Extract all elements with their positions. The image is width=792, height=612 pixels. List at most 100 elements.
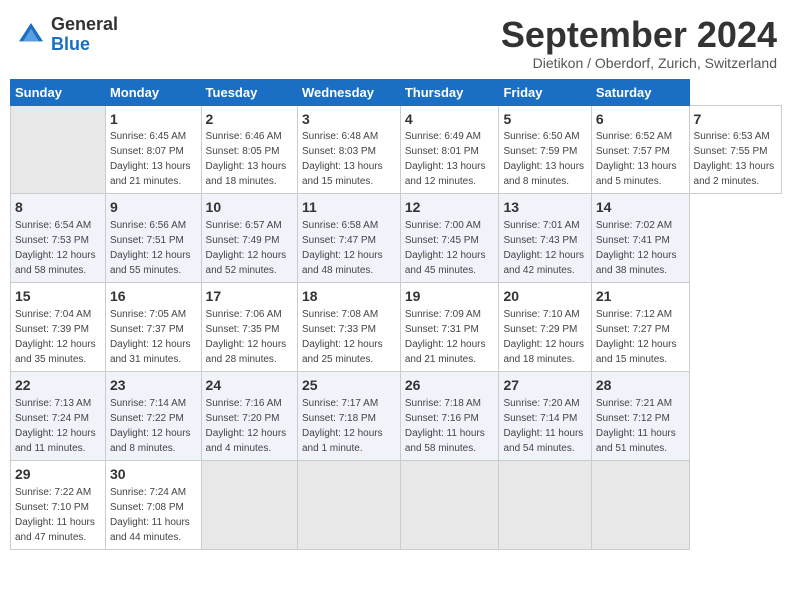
day-number: 8 [15, 198, 101, 217]
calendar-day-cell: 18Sunrise: 7:08 AMSunset: 7:33 PMDayligh… [298, 283, 401, 372]
day-number: 26 [405, 376, 495, 395]
calendar-day-cell: 15Sunrise: 7:04 AMSunset: 7:39 PMDayligh… [11, 283, 106, 372]
calendar-day-cell: 6 Sunrise: 6:52 AMSunset: 7:57 PMDaylight… [591, 105, 689, 194]
day-number: 1 [110, 110, 197, 129]
calendar-week-row: 22 Sunrise: 7:13 AMSunset: 7:24 PMDayligh… [11, 372, 782, 461]
calendar-day-cell: 20Sunrise: 7:10 AMSunset: 7:29 PMDayligh… [499, 283, 591, 372]
day-info: Sunrise: 7:13 AMSunset: 7:24 PMDaylight:… [15, 398, 96, 454]
calendar-week-row: 29 Sunrise: 7:22 AMSunset: 7:10 PMDayligh… [11, 461, 782, 550]
day-info: Sunrise: 7:02 AMSunset: 7:41 PMDaylight:… [596, 220, 677, 276]
day-info: Sunrise: 7:21 AMSunset: 7:12 PMDaylight:… [596, 398, 676, 454]
day-info: Sunrise: 7:05 AMSunset: 7:37 PMDaylight:… [110, 309, 191, 365]
day-number: 2 [206, 110, 293, 129]
logo-general-text: General [51, 15, 118, 35]
day-info: Sunrise: 6:49 AMSunset: 8:01 PMDaylight:… [405, 131, 486, 187]
calendar-day-cell: 5 Sunrise: 6:50 AMSunset: 7:59 PMDaylight… [499, 105, 591, 194]
weekday-header-row: SundayMondayTuesdayWednesdayThursdayFrid… [11, 79, 782, 105]
calendar-week-row: 8 Sunrise: 6:54 AMSunset: 7:53 PMDaylight… [11, 194, 782, 283]
calendar-day-cell: 9 Sunrise: 6:56 AMSunset: 7:51 PMDaylight… [105, 194, 201, 283]
calendar-day-cell [591, 461, 689, 550]
calendar-day-cell: 24 Sunrise: 7:16 AMSunset: 7:20 PMDayligh… [201, 372, 297, 461]
weekday-header-cell: Tuesday [201, 79, 297, 105]
day-info: Sunrise: 7:04 AMSunset: 7:39 PMDaylight:… [15, 309, 96, 365]
day-info: Sunrise: 6:46 AMSunset: 8:05 PMDaylight:… [206, 131, 287, 187]
day-number: 4 [405, 110, 495, 129]
calendar-day-cell: 16 Sunrise: 7:05 AMSunset: 7:37 PMDayligh… [105, 283, 201, 372]
day-number: 20 [503, 287, 586, 306]
day-number: 9 [110, 198, 197, 217]
day-info: Sunrise: 7:17 AMSunset: 7:18 PMDaylight:… [302, 398, 383, 454]
day-info: Sunrise: 6:45 AMSunset: 8:07 PMDaylight:… [110, 131, 191, 187]
day-number: 21 [596, 287, 685, 306]
calendar-day-cell: 4 Sunrise: 6:49 AMSunset: 8:01 PMDaylight… [400, 105, 499, 194]
title-block: September 2024 Dietikon / Oberdorf, Zuri… [501, 15, 777, 71]
day-number: 22 [15, 376, 101, 395]
month-title: September 2024 [501, 15, 777, 55]
weekday-header-cell: Monday [105, 79, 201, 105]
day-info: Sunrise: 7:06 AMSunset: 7:35 PMDaylight:… [206, 309, 287, 365]
day-number: 30 [110, 465, 197, 484]
logo-blue-text: Blue [51, 35, 118, 55]
calendar-day-cell: 22 Sunrise: 7:13 AMSunset: 7:24 PMDayligh… [11, 372, 106, 461]
day-info: Sunrise: 7:08 AMSunset: 7:33 PMDaylight:… [302, 309, 383, 365]
day-number: 14 [596, 198, 685, 217]
calendar-day-cell: 2 Sunrise: 6:46 AMSunset: 8:05 PMDaylight… [201, 105, 297, 194]
calendar-day-cell [400, 461, 499, 550]
day-info: Sunrise: 6:56 AMSunset: 7:51 PMDaylight:… [110, 220, 191, 276]
day-number: 23 [110, 376, 197, 395]
weekday-header-cell: Friday [499, 79, 591, 105]
calendar-day-cell: 13Sunrise: 7:01 AMSunset: 7:43 PMDayligh… [499, 194, 591, 283]
day-info: Sunrise: 6:50 AMSunset: 7:59 PMDaylight:… [503, 131, 584, 187]
calendar-week-row: 1 Sunrise: 6:45 AMSunset: 8:07 PMDaylight… [11, 105, 782, 194]
day-number: 29 [15, 465, 101, 484]
calendar-day-cell: 11Sunrise: 6:58 AMSunset: 7:47 PMDayligh… [298, 194, 401, 283]
day-number: 5 [503, 110, 586, 129]
calendar-week-row: 15Sunrise: 7:04 AMSunset: 7:39 PMDayligh… [11, 283, 782, 372]
calendar-day-cell: 30 Sunrise: 7:24 AMSunset: 7:08 PMDayligh… [105, 461, 201, 550]
day-number: 27 [503, 376, 586, 395]
calendar-table: SundayMondayTuesdayWednesdayThursdayFrid… [10, 79, 782, 550]
calendar-day-cell: 27 Sunrise: 7:20 AMSunset: 7:14 PMDayligh… [499, 372, 591, 461]
day-info: Sunrise: 7:24 AMSunset: 7:08 PMDaylight:… [110, 487, 190, 543]
day-info: Sunrise: 6:57 AMSunset: 7:49 PMDaylight:… [206, 220, 287, 276]
day-info: Sunrise: 6:53 AMSunset: 7:55 PMDaylight:… [694, 131, 775, 187]
day-info: Sunrise: 7:09 AMSunset: 7:31 PMDaylight:… [405, 309, 486, 365]
day-number: 24 [206, 376, 293, 395]
day-info: Sunrise: 7:12 AMSunset: 7:27 PMDaylight:… [596, 309, 677, 365]
calendar-day-cell: 17 Sunrise: 7:06 AMSunset: 7:35 PMDayligh… [201, 283, 297, 372]
day-number: 28 [596, 376, 685, 395]
calendar-day-cell: 12 Sunrise: 7:00 AMSunset: 7:45 PMDayligh… [400, 194, 499, 283]
calendar-day-cell: 8 Sunrise: 6:54 AMSunset: 7:53 PMDaylight… [11, 194, 106, 283]
weekday-header-cell: Sunday [11, 79, 106, 105]
calendar-body: 1 Sunrise: 6:45 AMSunset: 8:07 PMDaylight… [11, 105, 782, 549]
day-info: Sunrise: 6:48 AMSunset: 8:03 PMDaylight:… [302, 131, 383, 187]
calendar-day-cell [11, 105, 106, 194]
day-info: Sunrise: 7:01 AMSunset: 7:43 PMDaylight:… [503, 220, 584, 276]
day-number: 17 [206, 287, 293, 306]
logo: General Blue [15, 15, 118, 55]
calendar-day-cell [499, 461, 591, 550]
day-number: 6 [596, 110, 685, 129]
weekday-header-cell: Saturday [591, 79, 689, 105]
weekday-header-cell: Thursday [400, 79, 499, 105]
day-number: 16 [110, 287, 197, 306]
day-number: 10 [206, 198, 293, 217]
day-info: Sunrise: 6:52 AMSunset: 7:57 PMDaylight:… [596, 131, 677, 187]
day-number: 11 [302, 198, 396, 217]
day-number: 12 [405, 198, 495, 217]
page-header: General Blue September 2024 Dietikon / O… [10, 10, 782, 71]
day-info: Sunrise: 7:14 AMSunset: 7:22 PMDaylight:… [110, 398, 191, 454]
day-info: Sunrise: 7:20 AMSunset: 7:14 PMDaylight:… [503, 398, 583, 454]
calendar-day-cell: 25Sunrise: 7:17 AMSunset: 7:18 PMDayligh… [298, 372, 401, 461]
calendar-day-cell: 7 Sunrise: 6:53 AMSunset: 7:55 PMDaylight… [689, 105, 781, 194]
day-number: 7 [694, 110, 777, 129]
day-number: 19 [405, 287, 495, 306]
weekday-header-cell: Wednesday [298, 79, 401, 105]
day-info: Sunrise: 7:00 AMSunset: 7:45 PMDaylight:… [405, 220, 486, 276]
calendar-day-cell: 1 Sunrise: 6:45 AMSunset: 8:07 PMDaylight… [105, 105, 201, 194]
day-info: Sunrise: 7:16 AMSunset: 7:20 PMDaylight:… [206, 398, 287, 454]
day-info: Sunrise: 7:22 AMSunset: 7:10 PMDaylight:… [15, 487, 95, 543]
calendar-day-cell [298, 461, 401, 550]
day-info: Sunrise: 6:54 AMSunset: 7:53 PMDaylight:… [15, 220, 96, 276]
calendar-day-cell: 21 Sunrise: 7:12 AMSunset: 7:27 PMDayligh… [591, 283, 689, 372]
